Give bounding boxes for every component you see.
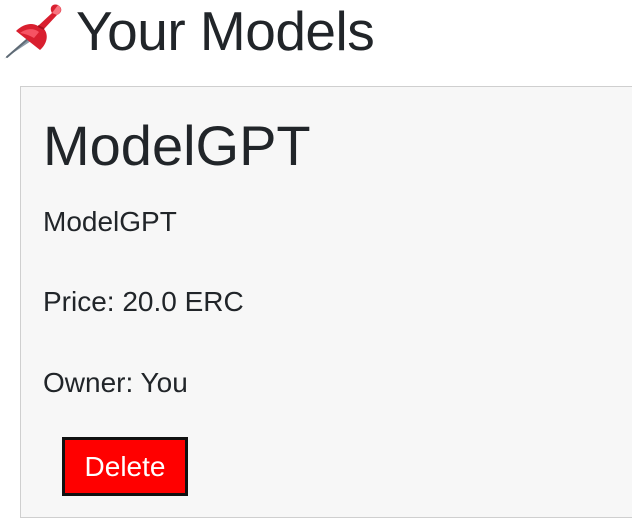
model-name: ModelGPT bbox=[43, 206, 177, 237]
model-title: ModelGPT bbox=[43, 114, 311, 177]
model-price: Price: 20.0 ERC bbox=[43, 285, 244, 319]
page-title: Your Models bbox=[76, 0, 375, 62]
delete-button[interactable]: Delete bbox=[62, 437, 188, 496]
price-value: 20.0 ERC bbox=[122, 286, 244, 317]
your-models-page: Your Models ModelGPT ModelGPT Price: 20.… bbox=[0, 0, 632, 522]
model-card: ModelGPT ModelGPT Price: 20.0 ERC Owner:… bbox=[20, 86, 632, 518]
price-label: Price: bbox=[43, 286, 115, 317]
page-heading: Your Models bbox=[0, 0, 375, 62]
owner-label: Owner: bbox=[43, 367, 134, 398]
model-owner: Owner: You bbox=[43, 366, 188, 400]
owner-value: You bbox=[140, 367, 188, 398]
pushpin-icon bbox=[4, 4, 62, 59]
